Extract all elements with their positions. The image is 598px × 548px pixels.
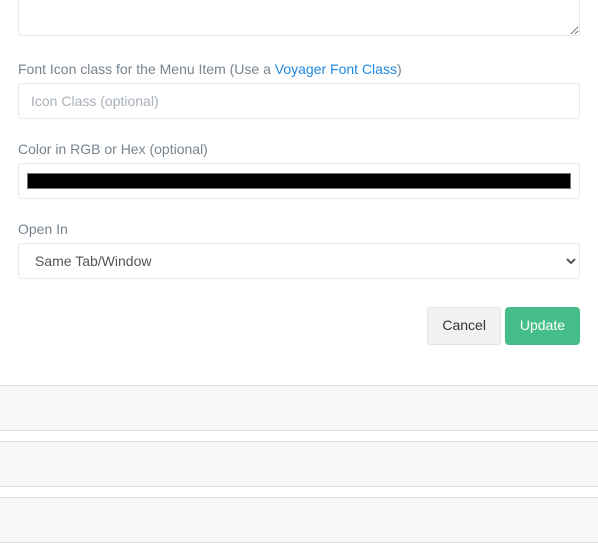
collapsed-panel[interactable] bbox=[0, 441, 598, 487]
collapsed-panels bbox=[18, 385, 580, 543]
color-label: Color in RGB or Hex (optional) bbox=[18, 141, 580, 157]
collapsed-panel[interactable] bbox=[0, 385, 598, 431]
color-input-wrap bbox=[18, 163, 580, 199]
cancel-button[interactable]: Cancel bbox=[427, 307, 501, 345]
icon-class-label: Font Icon class for the Menu Item (Use a… bbox=[18, 61, 580, 77]
color-input[interactable] bbox=[25, 169, 573, 193]
update-button[interactable]: Update bbox=[505, 307, 580, 345]
open-in-group: Open In Same Tab/Window bbox=[18, 221, 580, 279]
voyager-font-link[interactable]: Voyager Font Class bbox=[275, 61, 397, 77]
collapsed-panel[interactable] bbox=[0, 497, 598, 543]
icon-class-label-prefix: Font Icon class for the Menu Item (Use a bbox=[18, 61, 275, 77]
icon-class-label-suffix: ) bbox=[397, 61, 402, 77]
icon-class-input[interactable] bbox=[18, 83, 580, 119]
textarea-stub[interactable] bbox=[18, 0, 580, 36]
modal-footer: Cancel Update bbox=[18, 307, 580, 363]
open-in-label: Open In bbox=[18, 221, 580, 237]
open-in-select[interactable]: Same Tab/Window bbox=[18, 243, 580, 279]
icon-class-group: Font Icon class for the Menu Item (Use a… bbox=[18, 61, 580, 119]
color-group: Color in RGB or Hex (optional) bbox=[18, 141, 580, 199]
